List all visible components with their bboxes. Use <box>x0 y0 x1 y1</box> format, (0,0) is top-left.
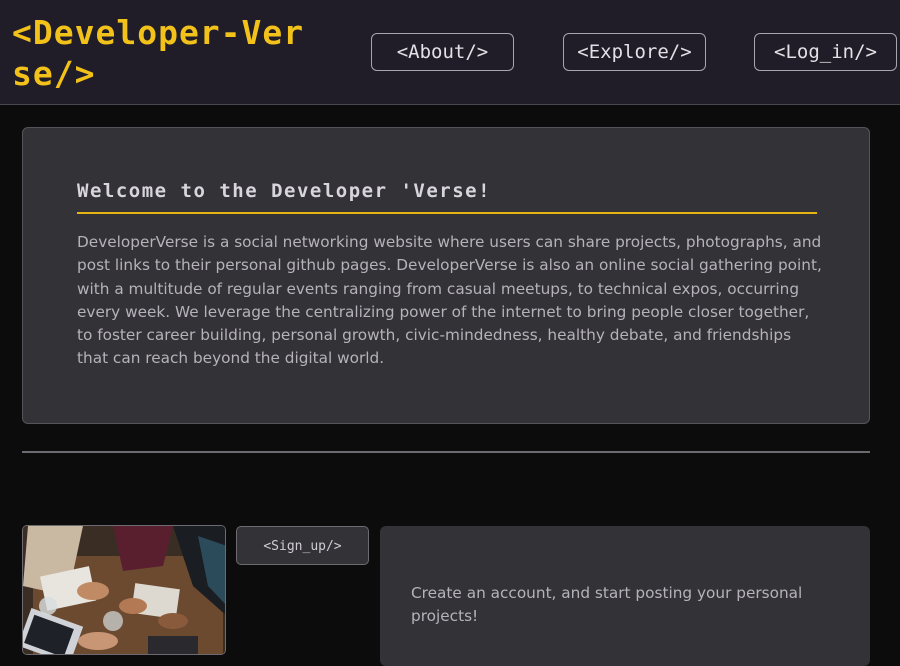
site-logo-text[interactable]: <Developer-Verse/> <box>12 12 312 94</box>
signup-button[interactable]: <Sign_up/> <box>236 526 369 565</box>
signup-card: Create an account, and start posting you… <box>380 526 870 666</box>
signup-description: Create an account, and start posting you… <box>411 584 803 626</box>
section-divider <box>22 451 870 453</box>
nav-about-button[interactable]: <About/> <box>371 33 514 71</box>
nav-explore-button[interactable]: <Explore/> <box>563 33 706 71</box>
nav-login-button[interactable]: <Log_in/> <box>754 33 897 71</box>
welcome-card: Welcome to the Developer 'Verse! Develop… <box>22 127 870 424</box>
welcome-title: Welcome to the Developer 'Verse! <box>77 180 817 214</box>
photo-illustration <box>23 526 225 654</box>
welcome-description: DeveloperVerse is a social networking we… <box>77 233 822 368</box>
site-header: <Developer-Verse/> <About/> <Explore/> <… <box>0 0 900 105</box>
people-collaborating-photo <box>22 525 226 655</box>
